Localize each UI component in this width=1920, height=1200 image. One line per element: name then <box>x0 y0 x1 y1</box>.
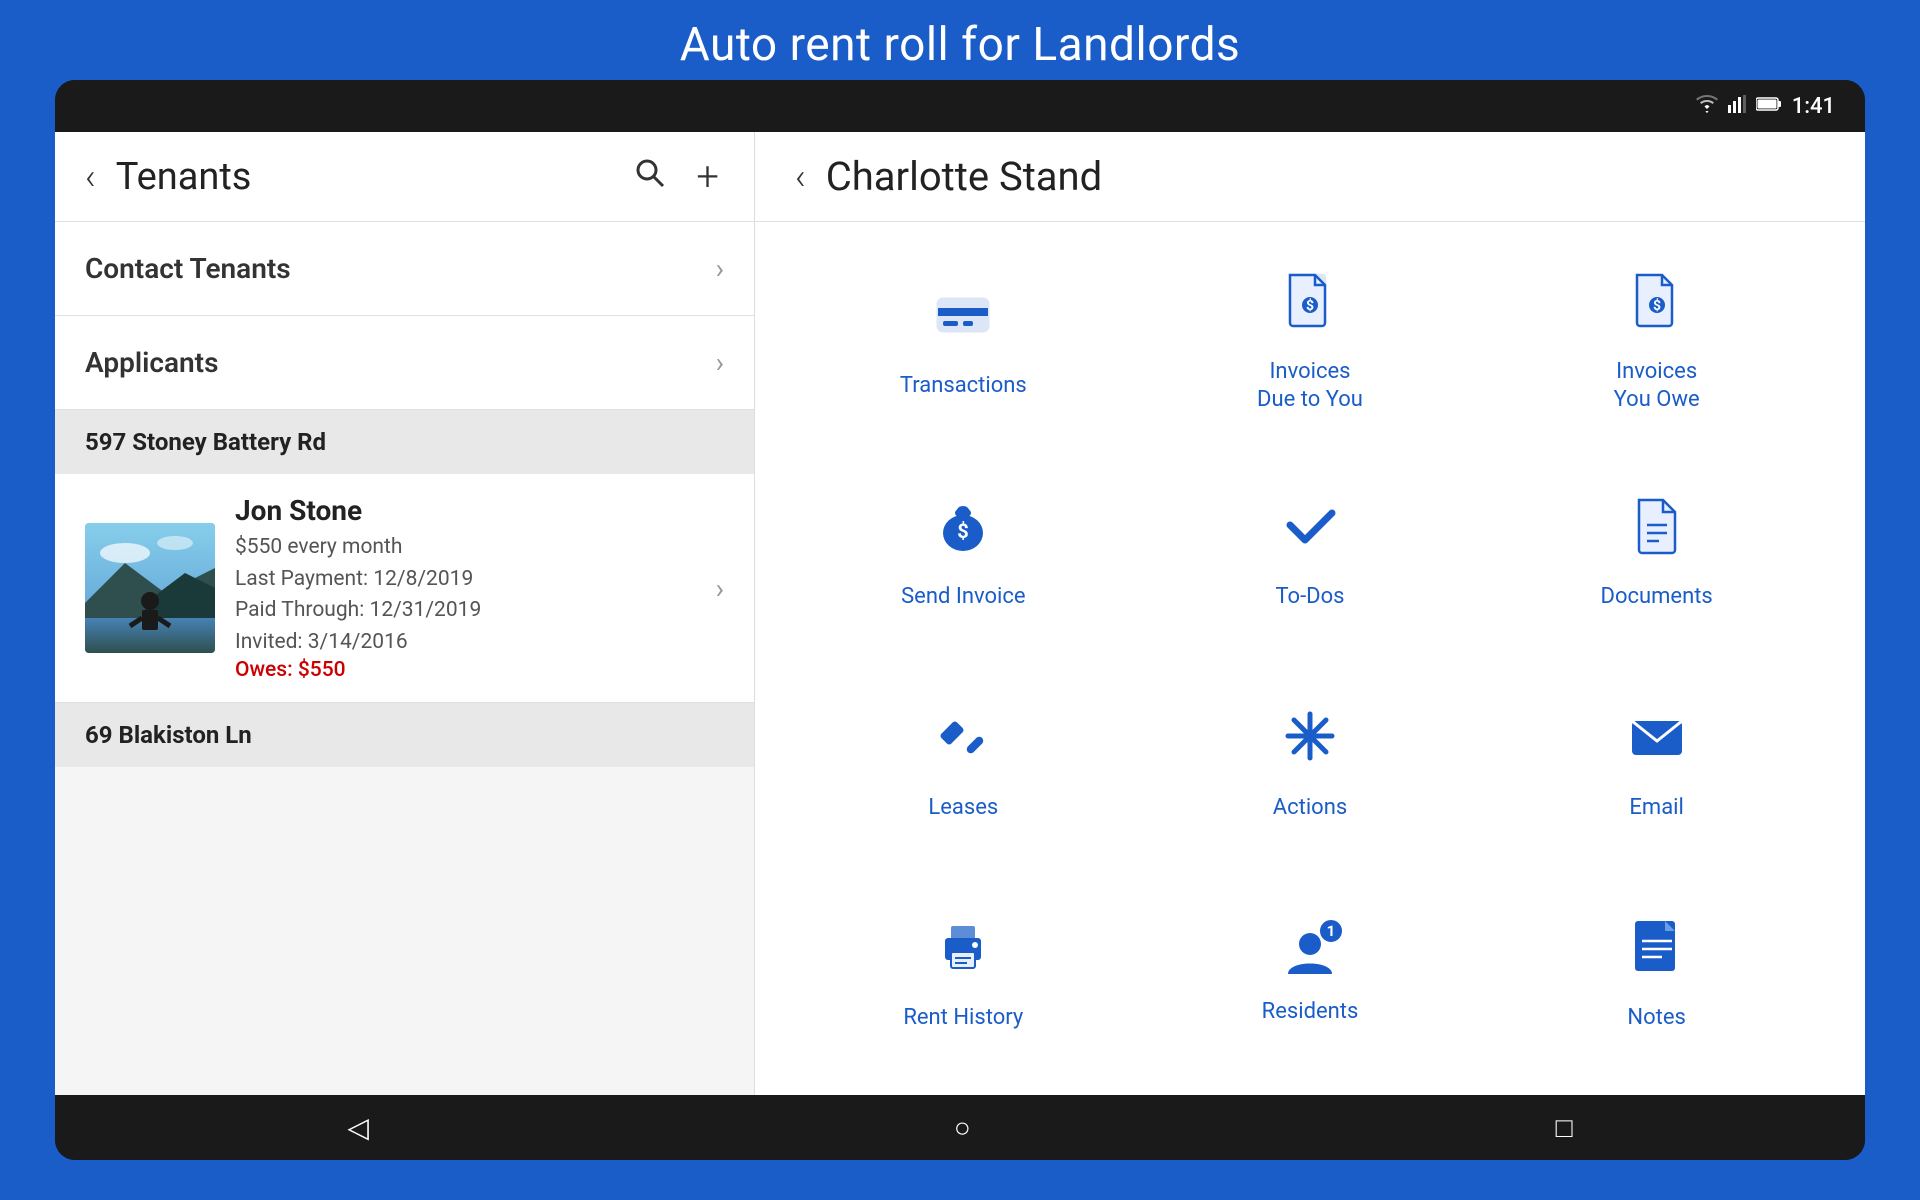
send-invoice-label: Send Invoice <box>901 583 1025 612</box>
app-title: Auto rent roll for Landlords <box>680 18 1241 72</box>
documents-label: Documents <box>1601 583 1713 612</box>
grid-item-leases[interactable]: Leases <box>795 664 1132 865</box>
right-back-button[interactable]: ‹ <box>795 156 806 198</box>
applicants-item[interactable]: Applicants › <box>55 316 754 410</box>
email-label: Email <box>1629 794 1683 823</box>
tenant-name-1: Jon Stone <box>235 494 696 527</box>
applicants-label: Applicants <box>85 346 218 379</box>
todos-label: To-Dos <box>1275 583 1344 612</box>
home-nav-button[interactable]: ○ <box>924 1101 1001 1154</box>
status-bar: 1:41 <box>55 80 1865 132</box>
invoices-due-label: InvoicesDue to You <box>1257 358 1363 415</box>
recent-nav-button[interactable]: □ <box>1526 1101 1603 1154</box>
send-invoice-icon: $ <box>933 495 993 571</box>
transactions-label: Transactions <box>900 372 1027 401</box>
left-header: ‹ Tenants + <box>55 132 754 222</box>
app-area: ‹ Tenants + Contact Tenants › Applicants… <box>55 132 1865 1095</box>
leases-icon <box>933 706 993 782</box>
address-1-label: 597 Stoney Battery Rd <box>85 428 326 456</box>
right-panel-title: Charlotte Stand <box>826 153 1102 200</box>
tenant-rent-1: $550 every month <box>235 532 696 564</box>
grid-item-documents[interactable]: Documents <box>1488 453 1825 654</box>
grid-item-email[interactable]: Email <box>1488 664 1825 865</box>
grid-item-send-invoice[interactable]: $ Send Invoice <box>795 453 1132 654</box>
right-header: ‹ Charlotte Stand <box>755 132 1865 222</box>
back-nav-button[interactable]: ◁ <box>317 1101 399 1154</box>
left-panel-title: Tenants <box>116 155 610 199</box>
tenant-info-1: Jon Stone $550 every month Last Payment:… <box>235 494 696 682</box>
svg-text:$: $ <box>1306 297 1314 314</box>
wifi-icon <box>1696 95 1718 118</box>
email-icon <box>1627 706 1687 782</box>
contact-tenants-arrow: › <box>716 252 724 285</box>
grid-area: Transactions $ InvoicesDue to You <box>755 222 1865 1095</box>
todos-icon <box>1280 495 1340 571</box>
contact-tenants-item[interactable]: Contact Tenants › <box>55 222 754 316</box>
tenant-row-1[interactable]: Jon Stone $550 every month Last Payment:… <box>55 474 754 703</box>
grid-item-actions[interactable]: Actions <box>1142 664 1479 865</box>
tenant-chevron-1: › <box>716 572 724 605</box>
rent-history-icon <box>933 916 993 992</box>
leases-label: Leases <box>928 794 998 823</box>
grid-item-notes[interactable]: Notes <box>1488 874 1825 1075</box>
residents-badge: 1 <box>1318 918 1344 944</box>
address-row-2: 69 Blakiston Ln <box>55 703 754 767</box>
svg-text:$: $ <box>958 519 969 543</box>
contact-tenants-label: Contact Tenants <box>85 252 291 285</box>
residents-label: Residents <box>1262 998 1359 1027</box>
right-panel: ‹ Charlotte Stand Transactions <box>755 132 1865 1095</box>
actions-icon <box>1280 706 1340 782</box>
battery-icon <box>1756 96 1782 117</box>
tenant-paid-through-1: Paid Through: 12/31/2019 <box>235 595 696 627</box>
invoices-owe-label: InvoicesYou Owe <box>1614 358 1700 415</box>
top-bar: Auto rent roll for Landlords <box>0 0 1920 90</box>
signal-icon <box>1728 95 1746 118</box>
notes-icon <box>1627 916 1687 992</box>
applicants-arrow: › <box>716 346 724 379</box>
tenant-avatar-1 <box>85 523 215 653</box>
search-button[interactable] <box>629 151 671 203</box>
residents-icon: 1 <box>1280 922 1340 986</box>
invoices-due-icon: $ <box>1280 270 1340 346</box>
tenant-last-payment-1: Last Payment: 12/8/2019 <box>235 564 696 596</box>
rent-history-label: Rent History <box>903 1004 1023 1033</box>
grid-item-rent-history[interactable]: Rent History <box>795 874 1132 1075</box>
address-row-1: 597 Stoney Battery Rd <box>55 410 754 474</box>
bottom-nav: ◁ ○ □ <box>55 1095 1865 1160</box>
grid-item-invoices-due[interactable]: $ InvoicesDue to You <box>1142 242 1479 443</box>
add-button[interactable]: + <box>691 148 724 205</box>
actions-label: Actions <box>1273 794 1347 823</box>
grid-item-transactions[interactable]: Transactions <box>795 242 1132 443</box>
grid-item-invoices-owe[interactable]: $ InvoicesYou Owe <box>1488 242 1825 443</box>
notes-label: Notes <box>1627 1004 1685 1033</box>
svg-text:$: $ <box>1653 297 1661 314</box>
address-2-label: 69 Blakiston Ln <box>85 721 252 749</box>
back-button[interactable]: ‹ <box>85 156 96 198</box>
grid-item-todos[interactable]: To-Dos <box>1142 453 1479 654</box>
left-panel: ‹ Tenants + Contact Tenants › Applicants… <box>55 132 755 1095</box>
documents-icon <box>1627 495 1687 571</box>
tenant-owes-1: Owes: $550 <box>235 658 696 682</box>
grid-item-residents[interactable]: 1 Residents <box>1142 874 1479 1075</box>
tenant-invited-1: Invited: 3/14/2016 <box>235 627 696 659</box>
transactions-icon <box>933 284 993 360</box>
time-display: 1:41 <box>1792 94 1835 119</box>
device-frame: 1:41 ‹ Tenants + Contact Tenants › <box>55 80 1865 1160</box>
invoices-owe-icon: $ <box>1627 270 1687 346</box>
